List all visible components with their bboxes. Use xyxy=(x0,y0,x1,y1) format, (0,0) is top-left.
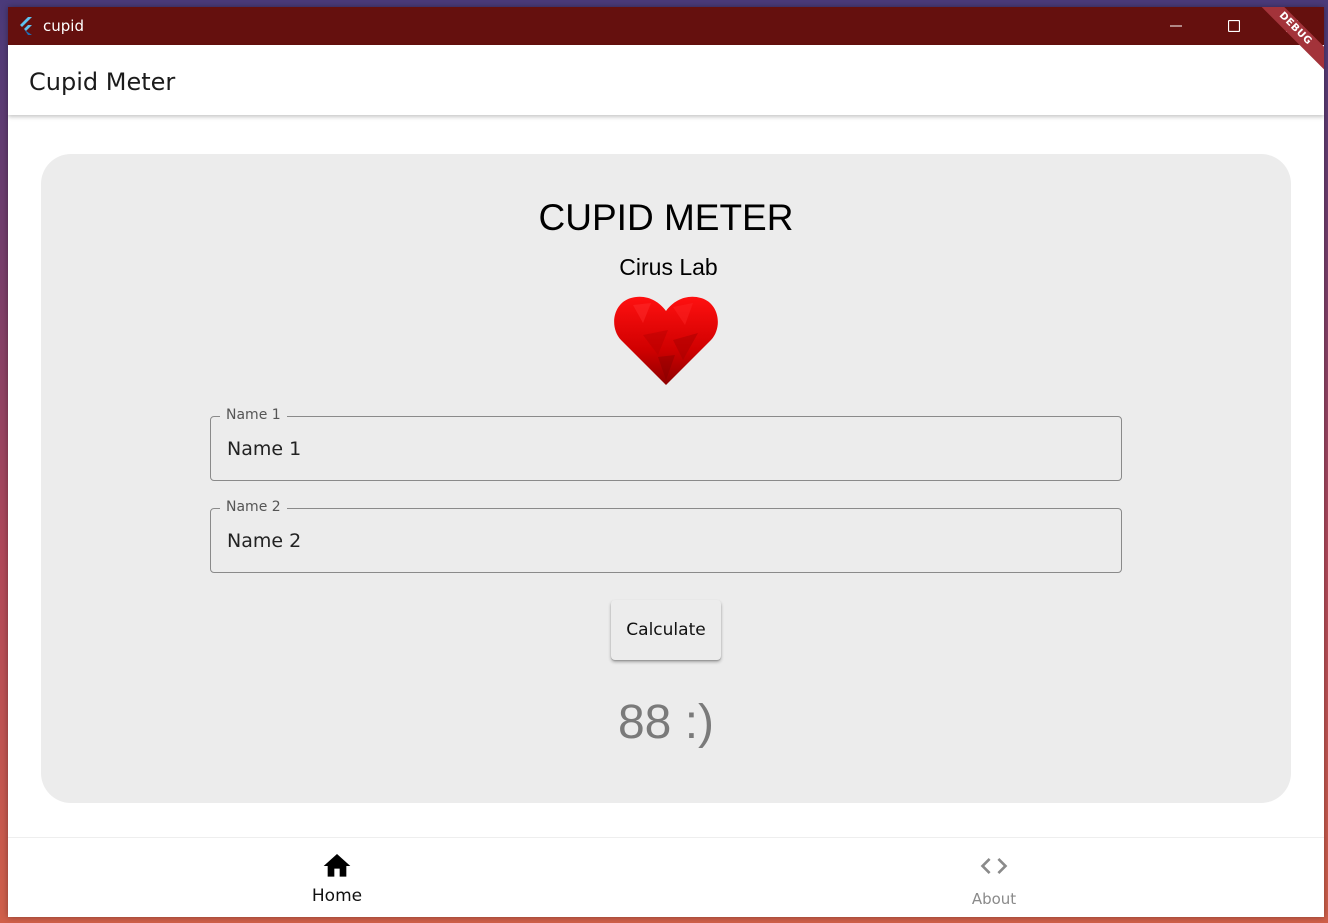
app-bar: Cupid Meter xyxy=(8,45,1324,115)
window-title: cupid xyxy=(43,17,84,35)
name2-label: Name 2 xyxy=(220,499,287,515)
name2-input[interactable] xyxy=(225,525,1109,557)
cupid-card: CUPID METER Cirus Lab Name 1 Name 2 xyxy=(41,154,1291,803)
bottom-navigation: Home About xyxy=(8,837,1324,917)
heart-icon xyxy=(614,296,718,385)
nav-item-home[interactable]: Home xyxy=(277,838,397,917)
nav-label-about: About xyxy=(971,890,1017,908)
name1-field[interactable]: Name 1 xyxy=(210,407,1122,481)
home-icon xyxy=(323,854,351,877)
name1-label: Name 1 xyxy=(220,407,287,423)
page-title: CUPID METER xyxy=(538,197,794,238)
flutter-logo-icon xyxy=(20,17,32,35)
maximize-icon xyxy=(1228,20,1240,32)
page-subtitle: Cirus Lab xyxy=(619,254,718,280)
minimize-button[interactable] xyxy=(1153,7,1199,45)
nav-label-home: Home xyxy=(311,886,363,906)
result-text: 88 :) xyxy=(617,696,715,749)
calculate-button[interactable]: Calculate xyxy=(611,600,721,660)
name2-field[interactable]: Name 2 xyxy=(210,499,1122,573)
app-bar-title: Cupid Meter xyxy=(29,68,176,96)
code-icon xyxy=(980,858,1008,874)
name1-input[interactable] xyxy=(225,433,1109,465)
app-window: cupid Cupid Meter DEBUG CUPID METER Ciru… xyxy=(8,7,1324,917)
minimize-icon xyxy=(1170,25,1182,27)
nav-item-about[interactable]: About xyxy=(934,838,1054,917)
title-bar: cupid xyxy=(8,7,1324,45)
maximize-button[interactable] xyxy=(1211,7,1257,45)
